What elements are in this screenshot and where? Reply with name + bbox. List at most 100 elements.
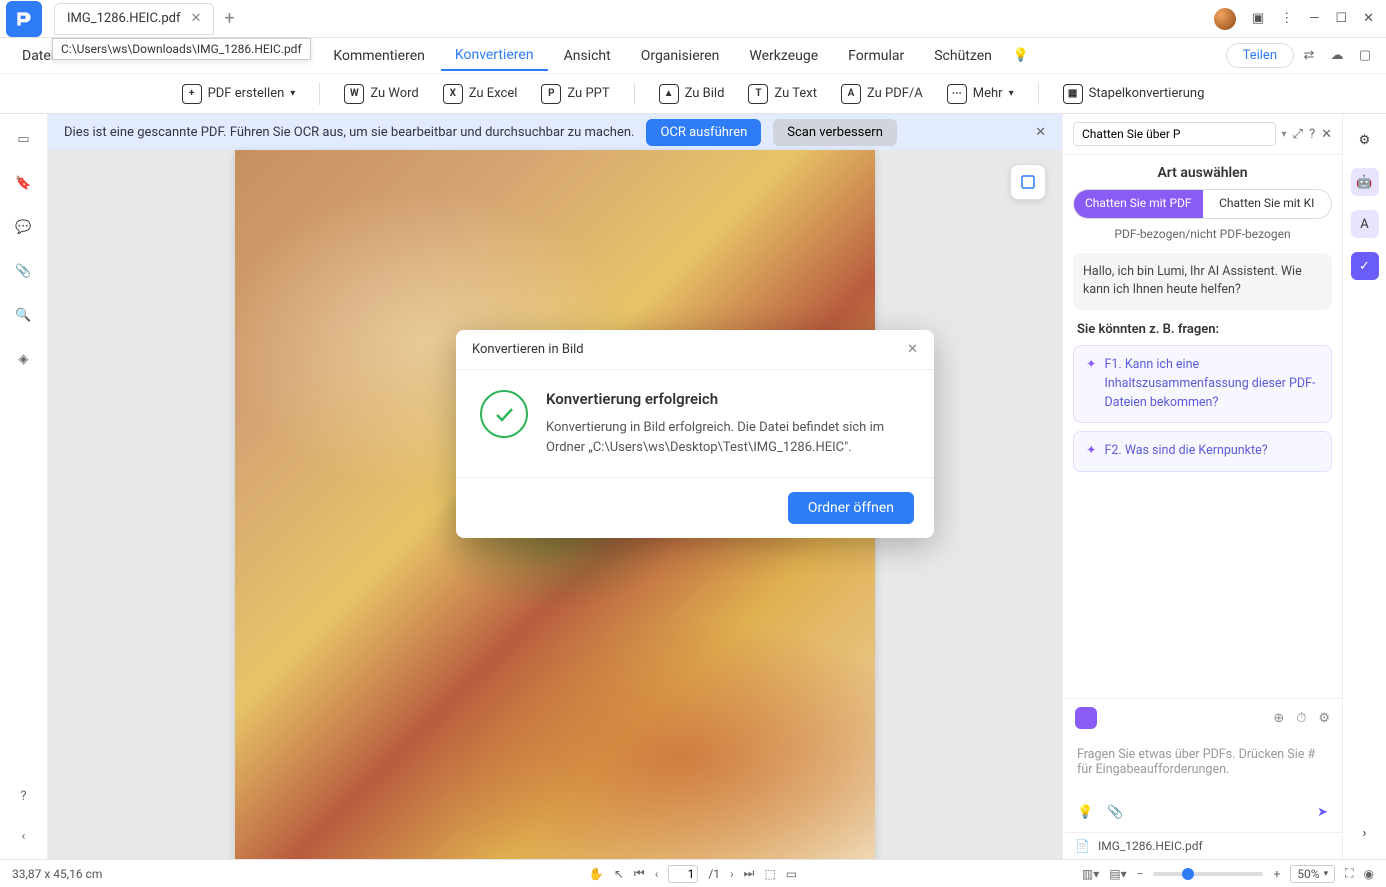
ai-robot-icon[interactable]: 🤖 [1351, 168, 1379, 196]
window-maximize-icon[interactable]: ☐ [1335, 11, 1347, 26]
sliders-icon[interactable]: ⚙ [1351, 126, 1379, 154]
zoom-in-icon[interactable]: + [1273, 867, 1280, 881]
close-banner-icon[interactable]: ✕ [1035, 125, 1046, 140]
share-button[interactable]: Teilen [1226, 43, 1294, 68]
collapse-left-icon[interactable]: ‹ [13, 825, 35, 847]
hand-tool-icon[interactable]: ✋ [589, 867, 604, 881]
sparkle-icon: ✦ [1086, 442, 1096, 461]
ai-context-icon[interactable] [1075, 707, 1097, 729]
help-icon[interactable]: ? [13, 785, 35, 807]
lightbulb-icon[interactable]: 💡 [1008, 43, 1034, 69]
search-icon[interactable]: 🔍 [13, 304, 35, 326]
cloud-upload-icon[interactable]: ☁ [1324, 43, 1350, 69]
ai-search-input[interactable] [1073, 122, 1276, 146]
menu-protect[interactable]: Schützen [920, 42, 1006, 70]
dialog-close-icon[interactable]: ✕ [907, 342, 918, 357]
menu-view[interactable]: Ansicht [550, 42, 625, 70]
zoom-slider[interactable] [1153, 872, 1263, 876]
dialog-message: Konvertierung in Bild erfolgreich. Die D… [546, 418, 910, 457]
window-menu-icon[interactable]: ⋮ [1280, 11, 1293, 26]
fit-page-icon[interactable]: ⬚ [764, 867, 775, 881]
window-minimize-icon[interactable]: — [1309, 11, 1319, 26]
to-text-tool[interactable]: TZu Text [748, 84, 817, 104]
more-tool[interactable]: ⋯Mehr▾ [947, 84, 1014, 104]
create-pdf-tool[interactable]: +PDF erstellen▾ [182, 84, 296, 104]
ai-help-icon[interactable]: ? [1309, 127, 1315, 142]
ai-attached-file[interactable]: 📄 IMG_1286.HEIC.pdf [1063, 832, 1342, 859]
ai-close-icon[interactable]: ✕ [1321, 127, 1332, 142]
fit-width-icon[interactable]: ▭ [786, 867, 797, 881]
zoom-out-icon[interactable]: − [1137, 867, 1144, 881]
ai-check-icon[interactable]: ✓ [1351, 252, 1379, 280]
attachment-icon[interactable]: 📎 [13, 260, 35, 282]
first-page-icon[interactable]: ⏮ [634, 866, 645, 881]
left-sidebar: ▭ 🔖 💬 📎 🔍 ◈ ? ‹ [0, 114, 48, 859]
history-icon[interactable]: ⏱ [1296, 711, 1306, 726]
new-tab-button[interactable]: + [224, 8, 234, 29]
convert-toolbar: +PDF erstellen▾ WZu Word XZu Excel PZu P… [0, 74, 1386, 114]
page-number-input[interactable] [668, 865, 698, 883]
dialog-title: Konvertieren in Bild [472, 342, 584, 357]
ai-translate-icon[interactable]: A [1351, 210, 1379, 238]
idea-icon[interactable]: 💡 [1077, 805, 1093, 820]
menu-convert[interactable]: Konvertieren [441, 41, 548, 71]
collapse-right-icon[interactable]: › [1351, 819, 1379, 847]
ai-input-field[interactable]: Fragen Sie etwas über PDFs. Drücken Sie … [1063, 737, 1342, 797]
window-panel-icon[interactable]: ▣ [1252, 11, 1264, 26]
window-close-icon[interactable]: ✕ [1363, 11, 1374, 26]
last-page-icon[interactable]: ⏭ [744, 866, 755, 881]
expand-icon[interactable]: ⤢ [1293, 127, 1303, 142]
toolbar-separator [319, 83, 320, 105]
to-pdfa-tool[interactable]: AZu PDF/A [841, 84, 923, 104]
ai-assistant-panel: ▾ ⤢ ? ✕ Art auswählen Chatten Sie mit PD… [1062, 114, 1342, 859]
settings-icon[interactable]: ⚙ [1318, 711, 1330, 726]
thumbnail-icon[interactable]: ▭ [13, 128, 35, 150]
prev-page-icon[interactable]: ‹ [655, 867, 659, 881]
view-mode-icon[interactable]: ▥▾ [1082, 867, 1099, 881]
page-dimensions: 33,87 x 45,16 cm [12, 867, 102, 881]
select-tool-icon[interactable]: ↖ [614, 867, 624, 881]
dialog-heading: Konvertierung erfolgreich [546, 390, 910, 408]
pdf-file-icon: 📄 [1075, 839, 1090, 853]
ocr-message: Dies ist eine gescannte PDF. Führen Sie … [64, 125, 634, 140]
bookmark-icon[interactable]: 🔖 [13, 172, 35, 194]
improve-scan-button[interactable]: Scan verbessern [773, 119, 897, 146]
chat-ki-toggle[interactable]: Chatten Sie mit KI [1203, 190, 1332, 218]
run-ocr-button[interactable]: OCR ausführen [646, 119, 761, 146]
batch-convert-tool[interactable]: ▦Stapelkonvertierung [1063, 84, 1205, 104]
open-folder-button[interactable]: Ordner öffnen [788, 492, 914, 524]
titlebar: IMG_1286.HEIC.pdf ✕ + ▣ ⋮ — ☐ ✕ [0, 0, 1386, 38]
save-icon[interactable]: ▢ [1352, 43, 1378, 69]
ai-suggestion-2[interactable]: ✦F2. Was sind die Kernpunkte? [1073, 431, 1332, 472]
send-icon[interactable]: ➤ [1317, 805, 1328, 820]
insert-icon[interactable]: ⊕ [1273, 711, 1284, 726]
to-ppt-tool[interactable]: PZu PPT [541, 84, 609, 104]
chat-pdf-toggle[interactable]: Chatten Sie mit PDF [1074, 190, 1203, 218]
layout-icon[interactable]: ▤▾ [1109, 867, 1126, 881]
app-logo[interactable] [6, 1, 42, 37]
fullscreen-icon[interactable]: ⛶ [1345, 866, 1353, 881]
to-word-tool[interactable]: WZu Word [344, 84, 418, 104]
attach-icon[interactable]: 📎 [1107, 805, 1123, 820]
reading-mode-icon[interactable]: ◉ [1364, 867, 1374, 881]
menu-comment[interactable]: Kommentieren [319, 42, 438, 70]
ai-greeting: Hallo, ich bin Lumi, Ihr AI Assistent. W… [1073, 253, 1332, 311]
file-path-tooltip: C:\Users\ws\Downloads\IMG_1286.HEIC.pdf [52, 38, 311, 60]
menu-organize[interactable]: Organisieren [627, 42, 734, 70]
layers-icon[interactable]: ◈ [13, 348, 35, 370]
next-page-icon[interactable]: › [730, 867, 734, 881]
comment-icon[interactable]: 💬 [13, 216, 35, 238]
document-tab[interactable]: IMG_1286.HEIC.pdf ✕ [54, 3, 214, 35]
zoom-select[interactable]: 50%▾ [1290, 865, 1335, 883]
tab-close-icon[interactable]: ✕ [191, 11, 202, 26]
to-image-tool[interactable]: ▲Zu Bild [659, 84, 725, 104]
ai-suggestion-1[interactable]: ✦F1. Kann ich eine Inhaltszusammenfassun… [1073, 345, 1332, 423]
user-avatar[interactable] [1214, 8, 1236, 30]
conversion-success-dialog: Konvertieren in Bild ✕ Konvertierung erf… [456, 330, 934, 538]
menu-tools[interactable]: Werkzeuge [735, 42, 832, 70]
chevron-down-icon[interactable]: ▾ [1282, 129, 1287, 140]
menu-form[interactable]: Formular [834, 42, 918, 70]
to-excel-tool[interactable]: XZu Excel [443, 84, 518, 104]
crop-tool-icon[interactable] [1010, 164, 1046, 200]
share-network-icon[interactable]: ⇄ [1296, 43, 1322, 69]
